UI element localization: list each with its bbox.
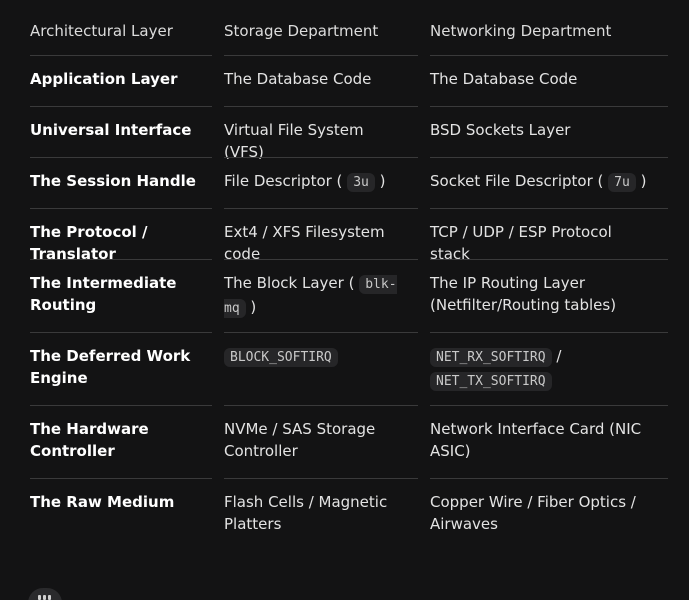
table-row: The Hardware Controller NVMe / SAS Storag… [18, 406, 668, 479]
network-separator: / [551, 347, 562, 365]
network-cell: NET_RX_SOFTIRQ / NET_TX_SOFTIRQ [418, 333, 668, 406]
network-text-line: ASIC) [430, 442, 471, 460]
layer-name-line: Controller [30, 442, 115, 460]
network-text: Socket File Descriptor ( [430, 172, 609, 190]
network-cell: Copper Wire / Fiber Optics / Airwaves [418, 479, 668, 552]
layer-name: The Intermediate Routing [18, 260, 212, 333]
icon-dot [43, 595, 46, 600]
network-text-line: Copper Wire / Fiber Optics / [430, 493, 636, 511]
table-row: Universal Interface Virtual File System … [18, 107, 668, 161]
network-text-line: Airwaves [430, 515, 498, 533]
network-cell: BSD Sockets Layer [418, 107, 668, 158]
network-text-line: (Netfilter/Routing tables) [430, 296, 617, 314]
layer-name-line: The Deferred Work [30, 347, 191, 365]
layer-name: The Protocol / Translator [18, 209, 212, 263]
storage-text: ) [374, 172, 386, 190]
storage-text: File Descriptor ( [224, 172, 348, 190]
storage-cell: BLOCK_SOFTIRQ [212, 333, 418, 406]
storage-cell: The Block Layer ( blk-mq ) [212, 260, 418, 333]
network-cell: The IP Routing Layer (Netfilter/Routing t… [418, 260, 668, 333]
storage-cell: Virtual File System (VFS) [212, 107, 418, 161]
layer-name: The Hardware Controller [18, 406, 212, 479]
layer-name-line: Routing [30, 296, 97, 314]
layer-name-line: The Hardware [30, 420, 149, 438]
storage-text-line: NVMe / SAS Storage [224, 420, 376, 438]
network-cell: Network Interface Card (NIC ASIC) [418, 406, 668, 479]
header-architectural-layer: Architectural Layer [18, 8, 212, 56]
layer-name: Universal Interface [18, 107, 212, 158]
layer-name-line: The Protocol / [30, 223, 148, 241]
table-header-row: Architectural Layer Storage Department N… [18, 8, 668, 56]
network-text-line: Network Interface Card (NIC [430, 420, 642, 438]
network-text: ) [635, 172, 647, 190]
network-cell: The Database Code [418, 56, 668, 107]
table-row: The Deferred Work Engine BLOCK_SOFTIRQ NE… [18, 333, 668, 406]
network-cell: TCP / UDP / ESP Protocol stack [418, 209, 668, 263]
storage-cell: Flash Cells / Magnetic Platters [212, 479, 418, 552]
layer-name: Application Layer [18, 56, 212, 107]
inline-code: NET_RX_SOFTIRQ [430, 348, 552, 367]
network-cell: Socket File Descriptor ( 7u ) [418, 158, 668, 209]
more-options-icon[interactable] [28, 588, 62, 600]
icon-dot [48, 595, 51, 600]
storage-text-line: Platters [224, 515, 282, 533]
layer-name: The Deferred Work Engine [18, 333, 212, 406]
storage-cell: File Descriptor ( 3u ) [212, 158, 418, 209]
storage-text: ) [245, 298, 257, 316]
icon-dot [38, 595, 41, 600]
table-row: The Raw Medium Flash Cells / Magnetic Pla… [18, 479, 668, 552]
table-row: The Session Handle File Descriptor ( 3u … [18, 158, 668, 209]
inline-code: BLOCK_SOFTIRQ [224, 348, 338, 367]
layer-name: The Raw Medium [30, 493, 175, 511]
storage-cell: The Database Code [212, 56, 418, 107]
storage-text: The Block Layer ( [224, 274, 360, 292]
storage-cell: NVMe / SAS Storage Controller [212, 406, 418, 479]
header-storage-department: Storage Department [212, 8, 418, 56]
header-networking-department: Networking Department [418, 8, 668, 56]
layer-name-line: Engine [30, 369, 88, 387]
table-row: The Intermediate Routing The Block Layer … [18, 260, 668, 333]
layer-name: The Session Handle [18, 158, 212, 209]
network-text-line: The IP Routing Layer [430, 274, 586, 292]
table-row: Application Layer The Database Code The … [18, 56, 668, 107]
layer-name-line: The Intermediate [30, 274, 177, 292]
inline-code: NET_TX_SOFTIRQ [430, 372, 552, 391]
inline-code: 7u [608, 173, 636, 192]
table-row: The Protocol / Translator Ext4 / XFS File… [18, 209, 668, 263]
storage-text-line: Controller [224, 442, 298, 460]
inline-code: 3u [347, 173, 375, 192]
storage-cell: Ext4 / XFS Filesystem code [212, 209, 418, 263]
comparison-table: Architectural Layer Storage Department N… [18, 8, 668, 552]
storage-text-line: Flash Cells / Magnetic [224, 493, 388, 511]
